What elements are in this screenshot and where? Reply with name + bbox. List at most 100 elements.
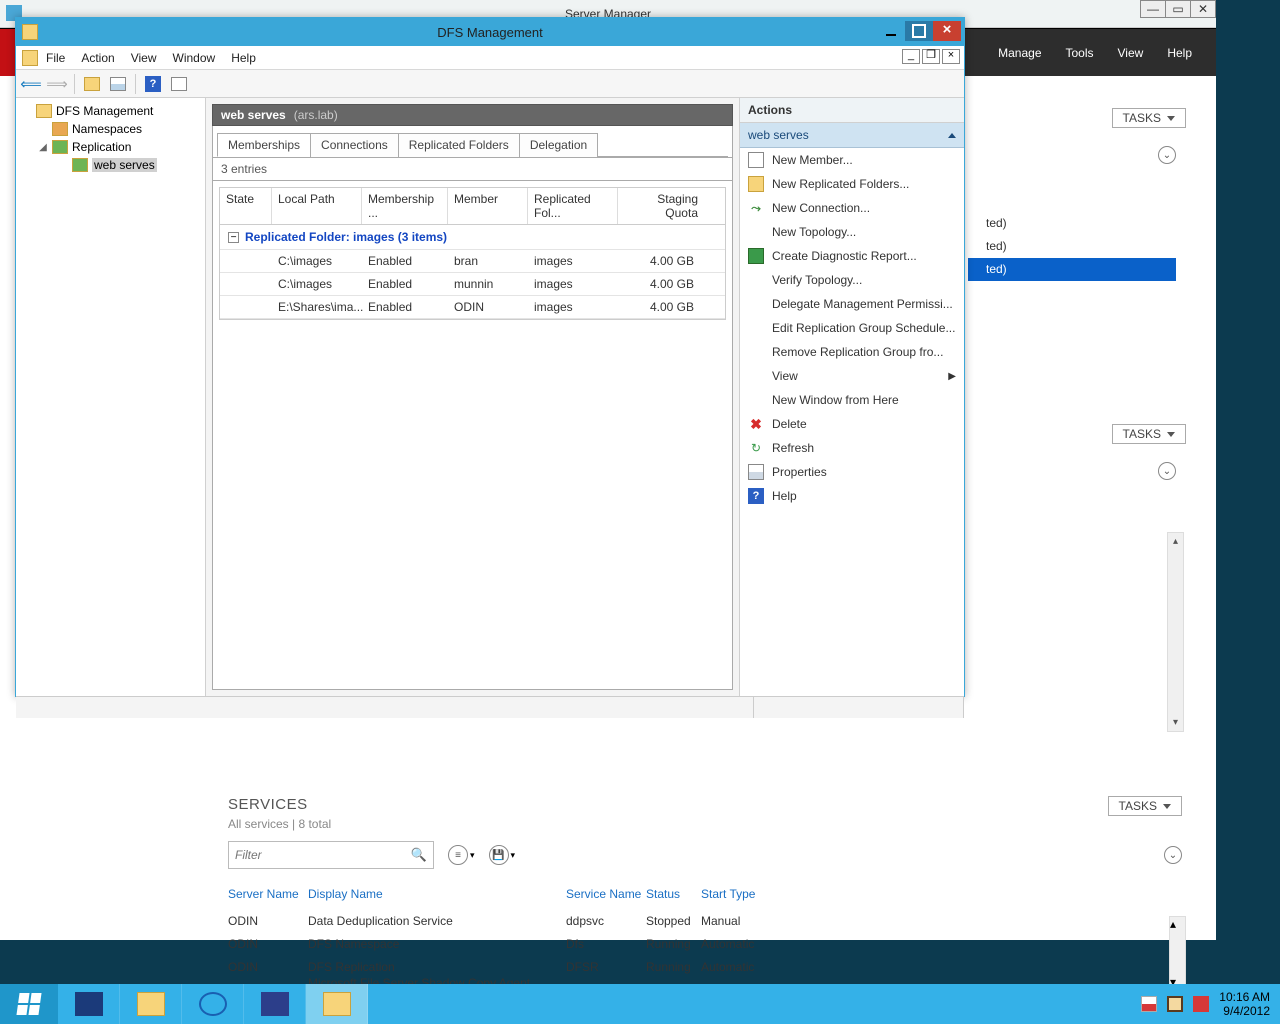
memberships-table: State Local Path Membership ... Member R… [219, 187, 726, 320]
help-button[interactable]: ? [142, 73, 164, 95]
col-start[interactable]: Start Type [701, 887, 821, 901]
forward-button[interactable]: ⟹ [46, 73, 68, 95]
menu-help[interactable]: Help [231, 51, 256, 65]
col-svcname[interactable]: Service Name [566, 887, 646, 901]
tile-button[interactable] [168, 73, 190, 95]
services-filter-input[interactable] [235, 848, 411, 862]
search-icon[interactable]: 🔍 [411, 847, 427, 863]
dfs-maximize-button[interactable] [905, 21, 933, 41]
action-remove-replication-group-fro[interactable]: Remove Replication Group fro... [740, 340, 964, 364]
clock[interactable]: 10:16 AM9/4/2012 [1219, 990, 1274, 1018]
tab-memberships[interactable]: Memberships [217, 133, 311, 157]
action-center-icon[interactable] [1141, 996, 1157, 1012]
services-tasks-button[interactable]: TASKS [1108, 796, 1182, 816]
task-dfs-management[interactable] [306, 984, 368, 1024]
tab-delegation[interactable]: Delegation [519, 133, 598, 157]
col-replicated-folder[interactable]: Replicated Fol... [528, 188, 618, 224]
col-membership[interactable]: Membership ... [362, 188, 448, 224]
col-display[interactable]: Display Name [308, 887, 566, 901]
dfs-tabs: Memberships Connections Replicated Folde… [217, 132, 728, 157]
menu-view[interactable]: View [131, 51, 157, 65]
expand-services-button[interactable]: ⌄ [1164, 846, 1182, 864]
entries-count: 3 entries [212, 158, 733, 181]
tree-replication[interactable]: ◢Replication [20, 138, 201, 156]
menu-help[interactable]: Help [1167, 46, 1192, 60]
dfs-minimize-button[interactable] [877, 21, 905, 41]
tab-connections[interactable]: Connections [310, 133, 399, 157]
action-edit-replication-group-schedule[interactable]: Edit Replication Group Schedule... [740, 316, 964, 340]
col-server[interactable]: Server Name [228, 887, 308, 901]
action-verify-topology[interactable]: Verify Topology... [740, 268, 964, 292]
back-button[interactable]: ⟸ [20, 73, 42, 95]
group-row[interactable]: − Replicated Folder: images (3 items) [220, 225, 725, 250]
membership-row[interactable]: E:\Shares\ima...EnabledODINimages4.00 GB [220, 296, 725, 319]
tree-web-serves[interactable]: web serves [20, 156, 201, 174]
collapse-icon[interactable]: − [228, 232, 239, 243]
action-create-diagnostic-report[interactable]: Create Diagnostic Report... [740, 244, 964, 268]
save-view-button[interactable]: 💾 [489, 845, 509, 865]
menu-window[interactable]: Window [173, 51, 216, 65]
action-properties[interactable]: Properties [740, 460, 964, 484]
col-staging-quota[interactable]: Staging Quota [618, 188, 704, 224]
mdi-minimize[interactable]: _ [902, 49, 920, 64]
action-new-topology[interactable]: New Topology... [740, 220, 964, 244]
list-item-selected[interactable]: ted) [968, 258, 1176, 281]
dfs-close-button[interactable]: × [933, 21, 961, 41]
menu-tools[interactable]: Tools [1066, 46, 1094, 60]
col-member[interactable]: Member [448, 188, 528, 224]
action-new-window-from-here[interactable]: New Window from Here [740, 388, 964, 412]
task-powershell[interactable] [58, 984, 120, 1024]
start-button[interactable] [0, 984, 58, 1024]
maximize-button[interactable]: ▭ [1165, 0, 1191, 18]
action-delegate-management-permissi[interactable]: Delegate Management Permissi... [740, 292, 964, 316]
mdi-close[interactable]: × [942, 49, 960, 64]
expand-button[interactable]: ⌄ [1158, 146, 1176, 164]
tree-root[interactable]: DFS Management [20, 102, 201, 120]
menu-manage[interactable]: Manage [998, 46, 1041, 60]
mdi-restore[interactable]: ❐ [922, 49, 940, 64]
server-manager-menu: Manage Tools View Help [998, 46, 1216, 60]
menu-file[interactable]: File [46, 51, 65, 65]
tree-namespaces[interactable]: Namespaces [20, 120, 201, 138]
dfs-title: DFS Management [437, 25, 543, 40]
task-explorer[interactable] [120, 984, 182, 1024]
action-new-member[interactable]: New Member... [740, 148, 964, 172]
action-delete[interactable]: ✖Delete [740, 412, 964, 436]
task-ie[interactable] [182, 984, 244, 1024]
task-server-manager[interactable] [244, 984, 306, 1024]
action-view[interactable]: View▶ [740, 364, 964, 388]
membership-row[interactable]: C:\imagesEnabledbranimages4.00 GB [220, 250, 725, 273]
action-new-replicated-folders[interactable]: New Replicated Folders... [740, 172, 964, 196]
close-button[interactable]: ✕ [1190, 0, 1216, 18]
action-refresh[interactable]: ↻Refresh [740, 436, 964, 460]
action-help[interactable]: ?Help [740, 484, 964, 508]
action-new-connection[interactable]: ⤳New Connection... [740, 196, 964, 220]
col-local-path[interactable]: Local Path [272, 188, 362, 224]
network-icon[interactable] [1167, 996, 1183, 1012]
service-row[interactable]: ODINData Deduplication ServiceddpsvcStop… [228, 909, 1182, 932]
filter-options-button[interactable]: ≡ [448, 845, 468, 865]
col-state[interactable]: State [220, 188, 272, 224]
membership-row[interactable]: C:\imagesEnabledmunninimages4.00 GB [220, 273, 725, 296]
actions-group-header[interactable]: web serves [740, 123, 964, 148]
dfs-center-pane: web serves (ars.lab) Memberships Connect… [206, 98, 739, 696]
dfs-titlebar[interactable]: DFS Management × [16, 18, 964, 46]
list-item[interactable]: ted) [980, 235, 1176, 258]
tab-replicated-folders[interactable]: Replicated Folders [398, 133, 520, 157]
action-icon [748, 344, 764, 360]
col-status[interactable]: Status [646, 887, 701, 901]
tasks-button[interactable]: TASKS [1112, 108, 1186, 128]
actions-title: Actions [740, 98, 964, 123]
sound-icon[interactable] [1193, 996, 1209, 1012]
show-hide-button[interactable] [81, 73, 103, 95]
list-item[interactable]: ted) [980, 212, 1176, 235]
services-filter[interactable]: 🔍 [228, 841, 434, 869]
service-row[interactable]: ODINDFS NamespaceDfsRunningAutomatic [228, 932, 1182, 955]
properties-button[interactable] [107, 73, 129, 95]
menu-view[interactable]: View [1118, 46, 1144, 60]
tasks-button-2[interactable]: TASKS [1112, 424, 1186, 444]
expand-button-2[interactable]: ⌄ [1158, 462, 1176, 480]
minimize-button[interactable]: — [1140, 0, 1166, 18]
menu-action[interactable]: Action [81, 51, 114, 65]
scrollbar[interactable]: ▴ ▾ [1167, 532, 1184, 732]
